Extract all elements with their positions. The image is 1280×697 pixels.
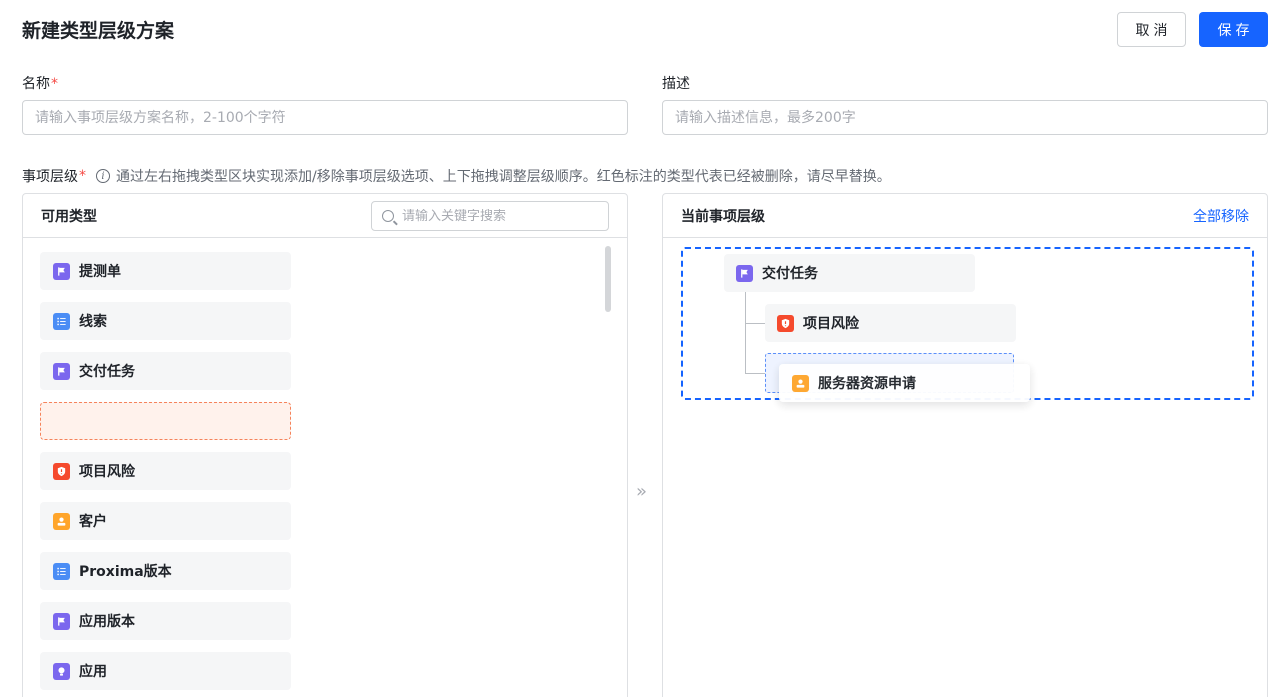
type-item-交付任务[interactable]: 交付任务 xyxy=(40,352,291,390)
drag-placeholder xyxy=(40,402,291,440)
type-item-提测单[interactable]: 提测单 xyxy=(40,252,291,290)
hierarchy-label: 事项层级 xyxy=(22,169,78,185)
name-field[interactable] xyxy=(22,100,628,135)
type-item-label: 应用 xyxy=(79,664,107,680)
save-button[interactable]: 保存 xyxy=(1199,12,1268,47)
bulb-icon xyxy=(53,662,70,680)
type-item-label: 提测单 xyxy=(79,264,121,280)
type-item-应用[interactable]: 应用 xyxy=(40,652,291,690)
type-item-label: 客户 xyxy=(79,514,107,530)
type-item-label: 项目风险 xyxy=(79,464,135,480)
list-icon xyxy=(53,562,70,580)
flag-icon xyxy=(736,264,753,282)
current-hierarchy-title: 当前事项层级 xyxy=(681,208,765,225)
shield-icon xyxy=(777,314,794,332)
desc-label: 描述 xyxy=(662,76,690,92)
tree-connector xyxy=(745,292,746,374)
remove-all-button[interactable]: 全部移除 xyxy=(1193,206,1249,226)
hierarchy-hint: 通过左右拖拽类型区块实现添加/移除事项层级选项、上下拖拽调整层级顺序。红色标注的… xyxy=(116,169,891,185)
type-item-应用版本[interactable]: 应用版本 xyxy=(40,602,291,640)
required-mark: * xyxy=(51,76,58,92)
flag-icon xyxy=(53,262,70,280)
name-label: 名称* xyxy=(22,76,58,92)
type-item-线索[interactable]: 线索 xyxy=(40,302,291,340)
page-title: 新建类型层级方案 xyxy=(22,20,175,42)
current-hierarchy-header: 当前事项层级 全部移除 xyxy=(663,194,1267,238)
dragging-item-label: 服务器资源申请 xyxy=(818,376,916,392)
dragging-item[interactable]: 服务器资源申请 xyxy=(779,364,1030,402)
required-mark: * xyxy=(79,168,86,184)
desc-field[interactable] xyxy=(662,100,1268,135)
hierarchy-item-label: 项目风险 xyxy=(803,316,859,332)
list-icon xyxy=(53,312,70,330)
flag-icon xyxy=(53,612,70,630)
scrollbar[interactable] xyxy=(605,246,611,312)
type-search[interactable] xyxy=(371,201,609,231)
available-types-panel: 可用类型 提测单 线索 交付任务 项目风险 客户 Prox xyxy=(22,193,628,697)
user-icon xyxy=(53,512,70,530)
flag-icon xyxy=(53,362,70,380)
type-item-label: Proxima版本 xyxy=(79,564,172,580)
available-types-header: 可用类型 xyxy=(23,194,627,238)
type-item-label: 线索 xyxy=(79,314,107,330)
user-icon xyxy=(792,374,809,392)
type-item-proxima版本[interactable]: Proxima版本 xyxy=(40,552,291,590)
search-input[interactable] xyxy=(402,208,592,224)
hierarchy-item-label: 交付任务 xyxy=(762,266,818,282)
search-icon xyxy=(382,210,394,222)
info-icon: i xyxy=(96,169,110,183)
shield-icon xyxy=(53,462,70,480)
type-item-客户[interactable]: 客户 xyxy=(40,502,291,540)
available-types-title: 可用类型 xyxy=(41,208,97,225)
type-item-项目风险[interactable]: 项目风险 xyxy=(40,452,291,490)
hierarchy-hint-row: 事项层级 * i 通过左右拖拽类型区块实现添加/移除事项层级选项、上下拖拽调整层级… xyxy=(22,166,891,186)
hierarchy-child-item[interactable]: 项目风险 xyxy=(765,304,1016,342)
tree-connector xyxy=(745,323,765,324)
cancel-button[interactable]: 取消 xyxy=(1117,12,1186,47)
type-item-label: 应用版本 xyxy=(79,614,135,630)
type-item-label: 交付任务 xyxy=(79,364,135,380)
hierarchy-root-item[interactable]: 交付任务 xyxy=(724,254,975,292)
move-right-icon: » xyxy=(636,481,648,502)
